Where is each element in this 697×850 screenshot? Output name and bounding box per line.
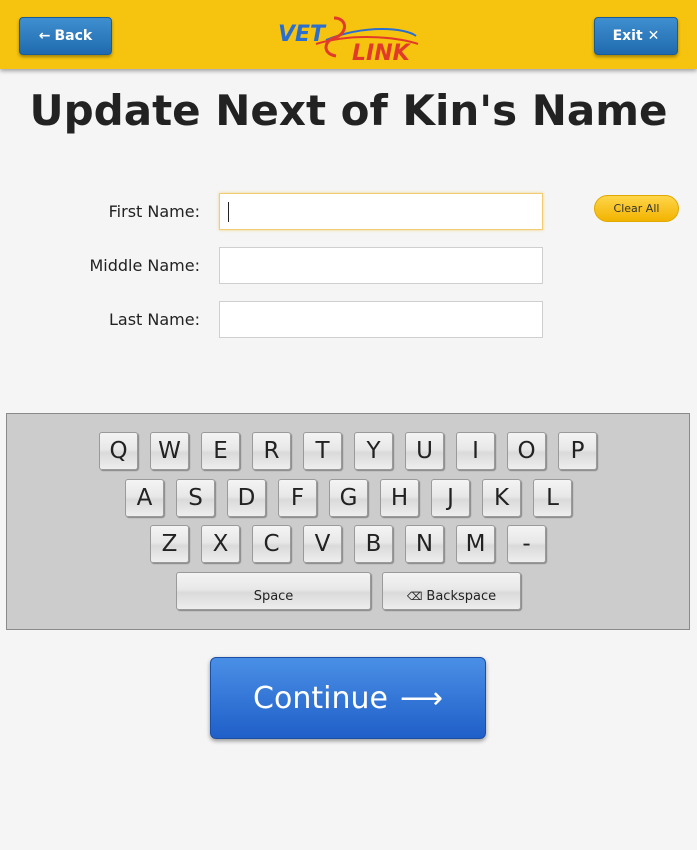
clear-all-button[interactable]: Clear All (594, 195, 679, 222)
middle-name-field[interactable] (219, 247, 543, 284)
exit-button-label: Exit (612, 28, 643, 44)
key-r[interactable]: R (252, 432, 291, 470)
arrow-right-icon: ⟶ (399, 680, 443, 716)
page-title: Update Next of Kin's Name (29, 86, 668, 135)
text-caret (228, 202, 229, 222)
key-x[interactable]: X (201, 525, 240, 563)
first-name-label: First Name: (108, 202, 200, 221)
key-g[interactable]: G (329, 479, 368, 517)
first-name-field[interactable] (219, 193, 543, 230)
key-o[interactable]: O (507, 432, 546, 470)
close-icon: ✕ (647, 28, 660, 44)
key-e[interactable]: E (201, 432, 240, 470)
space-key[interactable]: Space (176, 572, 371, 610)
key-i[interactable]: I (456, 432, 495, 470)
key-y[interactable]: Y (354, 432, 393, 470)
key-j[interactable]: J (431, 479, 470, 517)
key-b[interactable]: B (354, 525, 393, 563)
key-t[interactable]: T (303, 432, 342, 470)
key-s[interactable]: S (176, 479, 215, 517)
header-bar: ← Back VET LINK Exit ✕ (0, 0, 697, 69)
back-button-label: Back (54, 28, 93, 44)
key-h[interactable]: H (380, 479, 419, 517)
key-m[interactable]: M (456, 525, 495, 563)
backspace-key-label: Backspace (426, 588, 497, 604)
key-k[interactable]: K (482, 479, 521, 517)
key-z[interactable]: Z (150, 525, 189, 563)
on-screen-keyboard: Q W E R T Y U I O P A S D F G H J K L Z … (6, 413, 690, 630)
logo-vet-text: VET (278, 22, 327, 47)
middle-name-label: Middle Name: (89, 256, 200, 275)
key-l[interactable]: L (533, 479, 572, 517)
key-f[interactable]: F (278, 479, 317, 517)
key-n[interactable]: N (405, 525, 444, 563)
key-q[interactable]: Q (99, 432, 138, 470)
key-d[interactable]: D (227, 479, 266, 517)
key-a[interactable]: A (125, 479, 164, 517)
exit-button[interactable]: Exit ✕ (594, 17, 678, 55)
continue-button-label: Continue (253, 680, 388, 716)
backspace-key[interactable]: ⌫ Backspace (382, 572, 521, 610)
backspace-icon: ⌫ (406, 589, 423, 603)
key-w[interactable]: W (150, 432, 189, 470)
key-c[interactable]: C (252, 525, 291, 563)
key-v[interactable]: V (303, 525, 342, 563)
key-hyphen[interactable]: - (507, 525, 546, 563)
logo-link-text: LINK (352, 41, 412, 62)
last-name-label: Last Name: (108, 310, 200, 329)
key-p[interactable]: P (558, 432, 597, 470)
back-button[interactable]: ← Back (19, 17, 112, 55)
arrow-left-icon: ← (38, 28, 51, 44)
continue-button[interactable]: Continue ⟶ (210, 657, 486, 739)
last-name-field[interactable] (219, 301, 543, 338)
key-u[interactable]: U (405, 432, 444, 470)
vetlink-logo: VET LINK (278, 16, 419, 62)
